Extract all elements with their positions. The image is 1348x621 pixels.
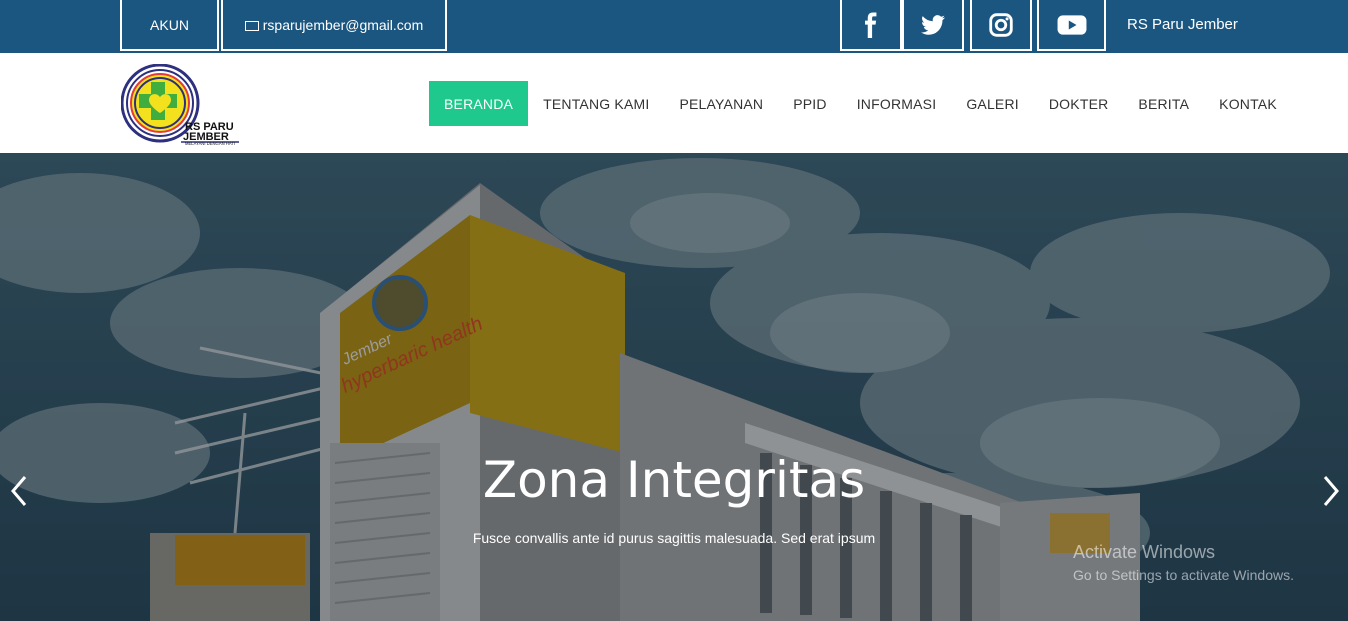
twitter-link[interactable] (902, 0, 964, 51)
main-navbar: RS PARU JEMBER MELAYANI DENGAN HATI BERA… (0, 53, 1348, 153)
twitter-icon (921, 14, 945, 35)
nav-item-tentang-kami[interactable]: TENTANG KAMI (528, 81, 664, 126)
main-menu: BERANDA TENTANG KAMI PELAYANAN PPID INFORMAS… (429, 81, 1292, 126)
windows-activation-watermark: Activate Windows Go to Settings to activ… (1073, 542, 1294, 583)
nav-item-dokter[interactable]: DOKTER (1034, 81, 1124, 126)
account-label: AKUN (150, 16, 189, 33)
carousel-next-button[interactable] (1315, 471, 1345, 511)
nav-item-informasi[interactable]: INFORMASI (842, 81, 952, 126)
nav-item-beranda[interactable]: BERANDA (429, 81, 529, 126)
nav-item-galeri[interactable]: GALERI (951, 81, 1034, 126)
instagram-link[interactable] (970, 0, 1032, 51)
site-name-link[interactable]: RS Paru Jember (1127, 16, 1238, 33)
hero-title: Zona Integritas (482, 451, 866, 509)
email-text: rsparujember@gmail.com (262, 16, 424, 33)
email-link[interactable]: rsparujember@gmail.com (221, 0, 447, 51)
nav-item-pelayanan[interactable]: PELAYANAN (664, 81, 778, 126)
envelope-icon (244, 20, 259, 31)
watermark-title: Activate Windows (1073, 542, 1216, 562)
facebook-link[interactable] (840, 0, 902, 51)
facebook-icon (865, 12, 877, 38)
rs-paru-logo: RS PARU JEMBER MELAYANI DENGAN HATI (120, 63, 239, 146)
nav-item-ppid[interactable]: PPID (778, 81, 841, 126)
hero-carousel: hyperbaric health Jember Zona Integritas… (0, 153, 1348, 621)
nav-item-berita[interactable]: BERITA (1123, 81, 1204, 126)
account-link[interactable]: AKUN (120, 0, 219, 51)
chevron-right-icon (1323, 476, 1339, 506)
youtube-link[interactable] (1037, 0, 1106, 51)
chevron-left-icon (11, 476, 27, 506)
site-logo[interactable]: RS PARU JEMBER MELAYANI DENGAN HATI (120, 63, 249, 146)
logo-tagline: MELAYANI DENGAN HATI (185, 141, 235, 146)
watermark-subtitle: Go to Settings to activate Windows. (1073, 567, 1294, 583)
nav-item-kontak[interactable]: KONTAK (1204, 81, 1292, 126)
carousel-prev-button[interactable] (5, 471, 35, 511)
youtube-icon (1057, 14, 1086, 35)
instagram-icon (989, 12, 1013, 37)
top-bar: AKUN rsparujember@gmail.com RS Paru Jemb… (0, 0, 1348, 53)
